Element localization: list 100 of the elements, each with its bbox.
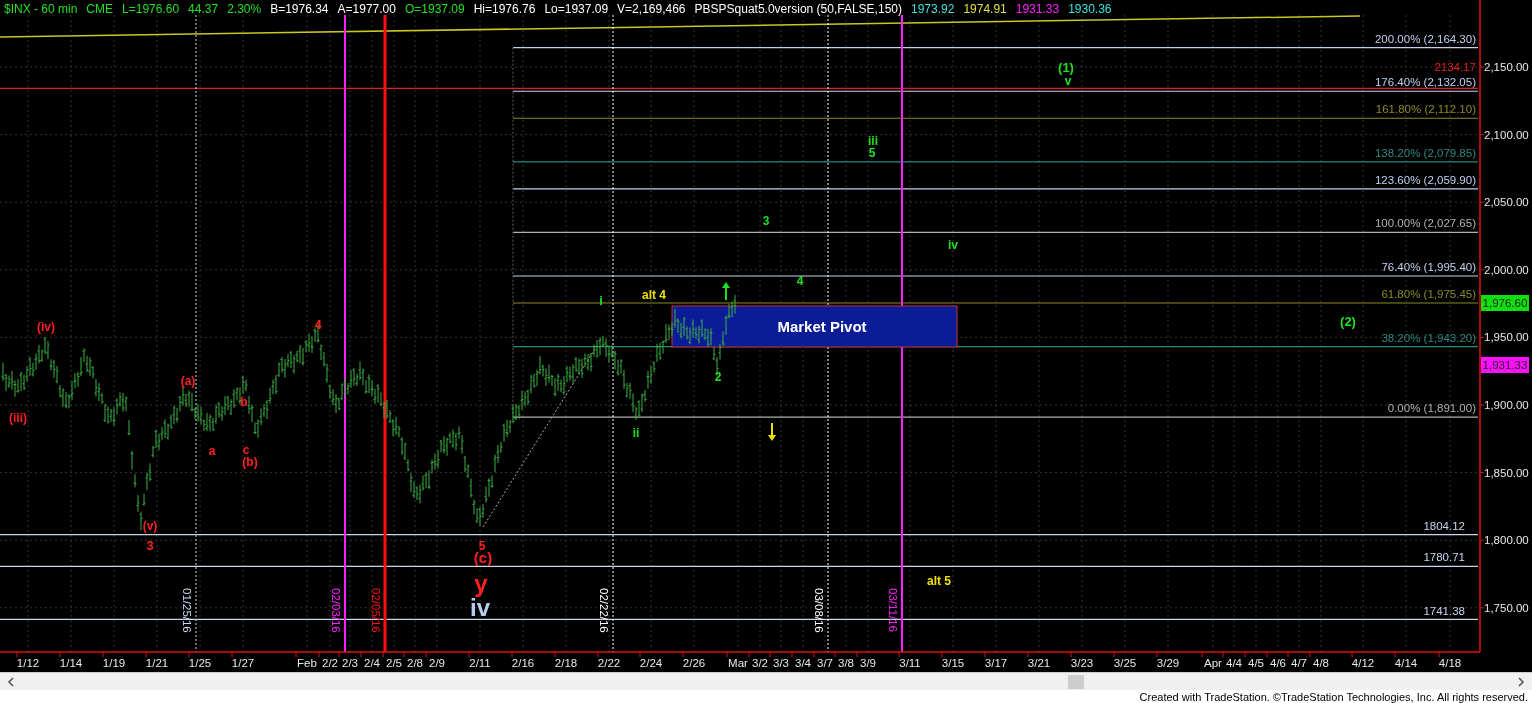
date-axis-label: 1/25 <box>188 657 212 669</box>
date-marker-label: 01/25/16 <box>181 588 193 633</box>
wave-label: 4 <box>796 274 804 288</box>
quote-field: Hi=1976.76 <box>473 2 536 16</box>
date-axis-label: 3/21 <box>1027 657 1051 669</box>
quote-field: B=1976.34 <box>270 2 329 16</box>
date-axis-label: 3/3 <box>773 657 789 669</box>
date-axis-label: 3/2 <box>752 657 768 669</box>
copyright-notice: Created with TradeStation. ©TradeStation Technologies, Inc. All rights reserved. <box>1139 690 1528 703</box>
date-marker-label: 02/22/16 <box>598 588 610 633</box>
date-axis-label: Apr <box>1204 657 1222 669</box>
date-axis-label: Feb <box>297 657 317 669</box>
price-axis-label: 1,800.00 <box>1484 534 1529 547</box>
quote-field: PBSPSquat5.0version (50,FALSE,150) <box>694 2 902 16</box>
wave-label: alt 4 <box>642 288 666 302</box>
date-axis-label: 3/7 <box>817 657 833 669</box>
quote-field: CME <box>86 2 114 16</box>
date-axis-label: 3/11 <box>899 657 921 669</box>
scroll-right-icon[interactable] <box>1516 676 1526 687</box>
wave-label: 3 <box>146 538 154 553</box>
fib-level-label: 123.60% (2,059.90) <box>1374 173 1476 186</box>
price-axis-label: 1,950.00 <box>1484 331 1529 344</box>
wave-label: 4 <box>314 317 322 332</box>
price-level-label: 1804.12 <box>1423 520 1465 532</box>
date-axis-label: 2/11 <box>469 657 491 669</box>
quote-field: A=1977.00 <box>337 2 396 16</box>
wave-label: (v) <box>142 519 158 533</box>
horizontal-scrollbar[interactable] <box>0 672 1532 690</box>
quote-field: 2.30% <box>227 2 262 16</box>
price-level-label: 2134.17 <box>1434 61 1476 73</box>
date-axis-label: 3/9 <box>860 657 876 669</box>
wave-label: i <box>599 293 603 308</box>
price-axis-label: 1,900.00 <box>1484 399 1529 411</box>
date-axis-label: 3/15 <box>941 657 965 669</box>
date-axis-label: 4/4 <box>1226 657 1242 669</box>
date-axis-label: 2/8 <box>407 657 423 669</box>
date-axis-label: 3/25 <box>1113 657 1137 669</box>
wave-label: c <box>242 443 250 457</box>
wave-label: (iv) <box>37 320 55 334</box>
quote-field: 44.37 <box>188 2 219 16</box>
wave-label: (1) <box>1058 60 1074 75</box>
date-axis-label: 2/4 <box>364 657 380 669</box>
wave-label: iii <box>868 134 878 148</box>
wave-label: iv <box>948 238 958 252</box>
date-axis-label: 2/26 <box>682 657 706 669</box>
date-axis-label: 2/3 <box>342 657 358 669</box>
quote-field: O=1937.09 <box>404 2 465 16</box>
wave-label: v <box>1064 74 1072 88</box>
date-axis-label: 1/21 <box>145 657 169 669</box>
quote-field: 1931.33 <box>1015 2 1060 16</box>
wave-label: 5 <box>868 146 876 160</box>
quote-field: Lo=1937.09 <box>544 2 609 16</box>
price-level-label: 1741.38 <box>1423 605 1465 617</box>
fib-level-label: 100.00% (2,027.65) <box>1374 217 1476 230</box>
wave-label: (a) <box>180 374 196 388</box>
date-axis-label: 1/12 <box>16 657 40 669</box>
fib-level-label: 38.20% (1,943.20) <box>1381 331 1476 344</box>
quote-field: L=1976.60 <box>122 2 180 16</box>
date-axis-label: 3/4 <box>795 657 811 669</box>
date-axis-label: 4/5 <box>1248 657 1264 669</box>
wave-label: 2 <box>714 370 722 384</box>
fib-level-label: 176.40% (2,132.05) <box>1374 76 1476 89</box>
date-axis-label: 1/19 <box>102 657 126 669</box>
date-axis-label: 4/12 <box>1351 657 1375 669</box>
price-badge-value: 1,931.33 <box>1482 359 1528 371</box>
date-marker-label: 02/05/16 <box>370 588 382 633</box>
date-axis-label: 1/27 <box>231 657 255 669</box>
wave-label: (2) <box>1340 314 1356 329</box>
scrollbar-thumb[interactable] <box>1068 674 1084 689</box>
price-axis-label: 1,850.00 <box>1484 466 1529 479</box>
price-axis-label: 2,150.00 <box>1484 61 1529 73</box>
quote-field: $INX - 60 min <box>4 2 78 16</box>
fib-level-label: 76.40% (1,995.40) <box>1381 261 1476 273</box>
wave-label: ii <box>632 426 640 440</box>
quote-field: 1974.91 <box>963 2 1007 16</box>
wave-label: 3 <box>762 214 770 228</box>
wave-label: b <box>240 395 248 409</box>
date-axis-label: 2/24 <box>639 657 663 669</box>
fib-level-label: 61.80% (1,975.45) <box>1381 288 1476 300</box>
date-axis-label: 4/14 <box>1394 657 1418 669</box>
wave-label: (iii) <box>9 411 27 425</box>
wave-label: a <box>208 444 216 458</box>
date-marker-label: 03/08/16 <box>813 588 825 633</box>
fib-level-label: 138.20% (2,079.85) <box>1374 146 1476 159</box>
date-axis-label: 4/6 <box>1270 657 1286 669</box>
price-axis-label: 2,050.00 <box>1484 196 1529 209</box>
fib-level-label: 0.00% (1,891.00) <box>1387 402 1476 415</box>
date-axis-label: 2/18 <box>554 657 578 669</box>
wave-label: (b) <box>242 455 258 469</box>
date-axis-label: 3/23 <box>1070 657 1094 669</box>
date-axis-label: 2/9 <box>429 657 445 669</box>
quote-field: 1930.36 <box>1068 2 1112 16</box>
price-axis-label: 2,000.00 <box>1484 263 1529 276</box>
pivot-zone-label: Market Pivot <box>777 318 867 335</box>
price-level-label: 1780.71 <box>1423 551 1465 563</box>
scroll-left-icon[interactable] <box>6 676 16 687</box>
date-axis-label: 1/14 <box>59 657 83 669</box>
date-axis-label: 4/7 <box>1291 657 1307 669</box>
price-axis-label: 2,100.00 <box>1484 128 1529 141</box>
date-axis-label: 3/17 <box>984 657 1008 669</box>
